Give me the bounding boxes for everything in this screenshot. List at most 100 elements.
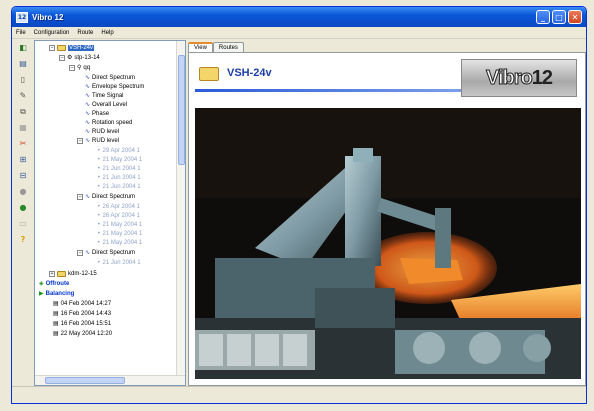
tree-node-measurement[interactable]: ∿ Time Signal — [85, 91, 124, 100]
collapse-toggle-icon[interactable]: − — [77, 193, 83, 200]
tree-node-measurement[interactable]: ∿ Phase — [85, 109, 109, 118]
exit-icon[interactable]: ◧ — [17, 43, 29, 53]
tree-vertical-scrollbar[interactable] — [176, 41, 185, 377]
tree-view[interactable]: − VSH-24v − ⚙ stp-13-14 − ⚲ qq ∿ Direct S… — [35, 41, 177, 367]
collapse-icon[interactable]: ⊟ — [17, 171, 29, 181]
tab-routes[interactable]: Routes — [212, 42, 244, 52]
measurement-icon: ∿ — [85, 92, 91, 99]
tree-node-balancing-record[interactable]: ▤ 04 Feb 2004 14:27 — [53, 299, 111, 308]
tree-node-machine[interactable]: + kdm-12-15 — [49, 269, 97, 278]
sensor-icon: ⚲ — [77, 64, 82, 71]
folder-icon — [199, 67, 219, 81]
window-controls: _ □ ✕ — [536, 10, 582, 24]
tree-node-offroute[interactable]: ◈ Offroute — [39, 279, 69, 288]
vibro-logo: Vibro12 — [461, 59, 577, 97]
collapse-toggle-icon[interactable]: − — [77, 249, 83, 256]
tree-node-date[interactable]: • 21 May 2004 1 — [97, 238, 142, 247]
collapse-toggle-icon[interactable]: − — [69, 64, 75, 71]
tree-node-root[interactable]: − VSH-24v — [49, 43, 95, 52]
measurement-icon: ∿ — [85, 119, 91, 126]
content-area: View Routes VSH-24v Vibro12 — [188, 40, 586, 386]
document-icon: ▤ — [53, 320, 59, 327]
tree-node-date[interactable]: • 21 Jun 2004 1 — [97, 258, 141, 267]
delete-icon[interactable]: ✂ — [17, 139, 29, 149]
tree-node-balancing-record[interactable]: ▤ 16 Feb 2004 15:51 — [53, 319, 111, 328]
collapse-toggle-icon[interactable]: − — [77, 137, 83, 144]
tree-node-machine[interactable]: − ⚙ stp-13-14 — [59, 53, 100, 62]
menu-file[interactable]: File — [12, 30, 30, 36]
bullet-icon: • — [97, 203, 101, 210]
tree-node-date[interactable]: • 26 Apr 2004 1 — [97, 211, 140, 220]
minimize-button[interactable]: _ — [536, 10, 550, 24]
title-bar[interactable]: 12 Vibro 12 _ □ ✕ — [12, 7, 586, 27]
tree-node-date[interactable]: • 29 Apr 2004 1 — [97, 146, 140, 155]
menu-help[interactable]: Help — [97, 30, 117, 36]
machine-photo — [195, 108, 581, 379]
menu-route[interactable]: Route — [73, 30, 97, 36]
offroute-icon: ◈ — [39, 280, 44, 287]
tree-node-measurement[interactable]: ∿ RUD level — [85, 127, 119, 136]
collapse-toggle-icon[interactable]: − — [49, 44, 55, 51]
measurement-icon: ∿ — [85, 137, 91, 144]
toolbar: ◧ ▤ ▯ ✎ ⧉ ▦ ✂ ⊞ ⊟ ● ● ▭ ? — [12, 40, 34, 384]
bullet-icon: • — [97, 147, 101, 154]
new-icon[interactable]: ▯ — [17, 75, 29, 85]
measurement-icon: ∿ — [85, 193, 91, 200]
bullet-icon: • — [97, 230, 101, 237]
industrial-machine-image — [195, 108, 581, 379]
edit-icon[interactable]: ✎ — [17, 91, 29, 101]
tree-node-measurement[interactable]: − ∿ RUD level — [77, 136, 119, 145]
document-icon: ▤ — [53, 300, 59, 307]
close-button[interactable]: ✕ — [568, 10, 582, 24]
tree-node-date[interactable]: • 26 Apr 2004 1 — [97, 202, 140, 211]
tab-strip: View Routes — [188, 42, 244, 52]
collapse-toggle-icon[interactable]: − — [59, 54, 65, 61]
tree-node-balancing-record[interactable]: ▤ 16 Feb 2004 14:43 — [53, 309, 111, 318]
expand-icon[interactable]: ⊞ — [17, 155, 29, 165]
tree-node-date[interactable]: • 21 Jun 2004 1 — [97, 164, 141, 173]
tree-node-measurement[interactable]: ∿ Overall Level — [85, 100, 127, 109]
main-window: 12 Vibro 12 _ □ ✕ File Configuration Rou… — [11, 6, 587, 404]
tree-node-date[interactable]: • 21 Jun 2004 1 — [97, 182, 141, 191]
logo-text-a: Vibro — [485, 66, 533, 89]
bullet-icon: • — [97, 183, 101, 190]
tree-node-date[interactable]: • 21 May 2004 1 — [97, 155, 142, 164]
document-icon: ▤ — [53, 310, 59, 317]
help-icon[interactable]: ? — [17, 235, 29, 245]
tree-node-balancing-record[interactable]: ▤ 22 May 2004 12:20 — [53, 329, 112, 338]
scroll-thumb[interactable] — [45, 377, 125, 384]
record-icon[interactable]: ● — [17, 187, 29, 197]
tree-node-date[interactable]: • 21 May 2004 1 — [97, 229, 142, 238]
window-title: Vibro 12 — [32, 12, 64, 22]
tree-node-measurement[interactable]: ∿ Direct Spectrum — [85, 73, 135, 82]
document-icon: ▤ — [53, 330, 59, 337]
scroll-thumb[interactable] — [178, 55, 185, 165]
tree-horizontal-scrollbar[interactable] — [35, 375, 185, 385]
tree-node-measurement[interactable]: − ∿ Direct Spectrum — [77, 192, 135, 201]
open-icon[interactable]: ▤ — [17, 59, 29, 69]
bullet-icon: • — [97, 156, 101, 163]
tree-node-date[interactable]: • 21 May 2004 1 — [97, 220, 142, 229]
paste-icon[interactable]: ▦ — [17, 123, 29, 133]
panel-icon[interactable]: ▭ — [17, 219, 29, 229]
measurement-icon: ∿ — [85, 128, 91, 135]
tab-view[interactable]: View — [188, 42, 213, 52]
tree-node-measurement[interactable]: ∿ Envelope Spectrum — [85, 82, 144, 91]
page-title: VSH-24v — [227, 67, 272, 79]
tree-node-measurement[interactable]: − ∿ Direct Spectrum — [77, 248, 135, 257]
tree-node-balancing[interactable]: ▶ Balancing — [39, 289, 74, 298]
tree-node-point[interactable]: − ⚲ qq — [69, 63, 90, 72]
tree-panel[interactable]: − VSH-24v − ⚙ stp-13-14 − ⚲ qq ∿ Direct S… — [34, 40, 186, 386]
menu-bar: File Configuration Route Help — [12, 27, 586, 39]
view-panel: VSH-24v Vibro12 — [188, 52, 586, 386]
maximize-button[interactable]: □ — [552, 10, 566, 24]
bullet-icon: • — [97, 174, 101, 181]
tree-node-date[interactable]: • 21 Jun 2004 1 — [97, 173, 141, 182]
tree-node-measurement[interactable]: ∿ Rotation speed — [85, 118, 132, 127]
copy-icon[interactable]: ⧉ — [17, 107, 29, 117]
menu-configuration[interactable]: Configuration — [30, 30, 74, 36]
machine-icon: ⚙ — [67, 54, 73, 61]
measurement-icon: ∿ — [85, 83, 91, 90]
settings-icon[interactable]: ● — [17, 203, 29, 213]
expand-toggle-icon[interactable]: + — [49, 270, 55, 277]
